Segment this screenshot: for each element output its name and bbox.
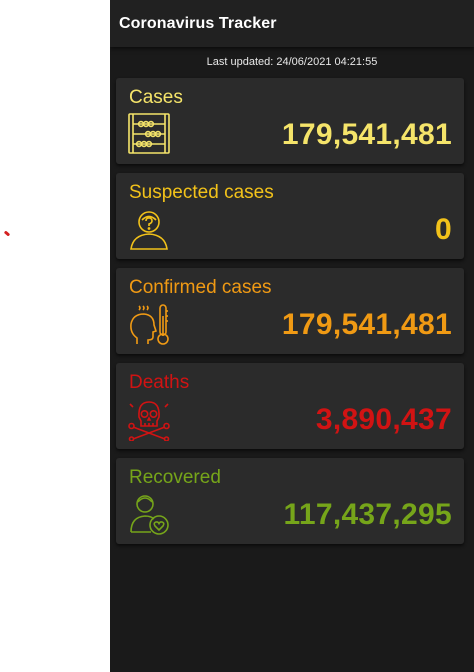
stats-list: Cases 179,541,481 Suspected cases 0 Conf…	[110, 78, 474, 544]
card-suspected-cases[interactable]: Suspected cases 0	[116, 173, 464, 259]
skull-crossbones-icon	[127, 397, 171, 441]
app-title: Coronavirus Tracker	[119, 14, 277, 32]
app-window: Coronavirus Tracker Last updated: 24/06/…	[110, 0, 474, 672]
card-value: 179,541,481	[281, 118, 452, 151]
card-value: 179,541,481	[281, 308, 452, 341]
card-label: Confirmed cases	[129, 277, 272, 298]
card-value: 3,890,437	[315, 403, 452, 436]
stray-red-mark	[3, 230, 11, 237]
card-value: 0	[435, 213, 452, 246]
card-label: Recovered	[129, 467, 221, 488]
card-deaths[interactable]: Deaths 3,890,437	[116, 363, 464, 449]
card-cases[interactable]: Cases 179,541,481	[116, 78, 464, 164]
app-bar: Coronavirus Tracker	[110, 0, 474, 47]
card-value: 117,437,295	[283, 498, 452, 531]
card-label: Deaths	[129, 372, 190, 393]
fever-thermometer-icon	[127, 302, 171, 346]
card-label: Cases	[129, 87, 183, 108]
abacus-icon	[127, 112, 171, 156]
person-question-icon	[127, 207, 171, 251]
recovered-heart-icon	[127, 492, 171, 536]
last-updated-text: Last updated: 24/06/2021 04:21:55	[206, 56, 378, 68]
card-label: Suspected cases	[129, 182, 274, 203]
card-recovered[interactable]: Recovered 117,437,295	[116, 458, 464, 544]
card-confirmed-cases[interactable]: Confirmed cases 179,541,481	[116, 268, 464, 354]
